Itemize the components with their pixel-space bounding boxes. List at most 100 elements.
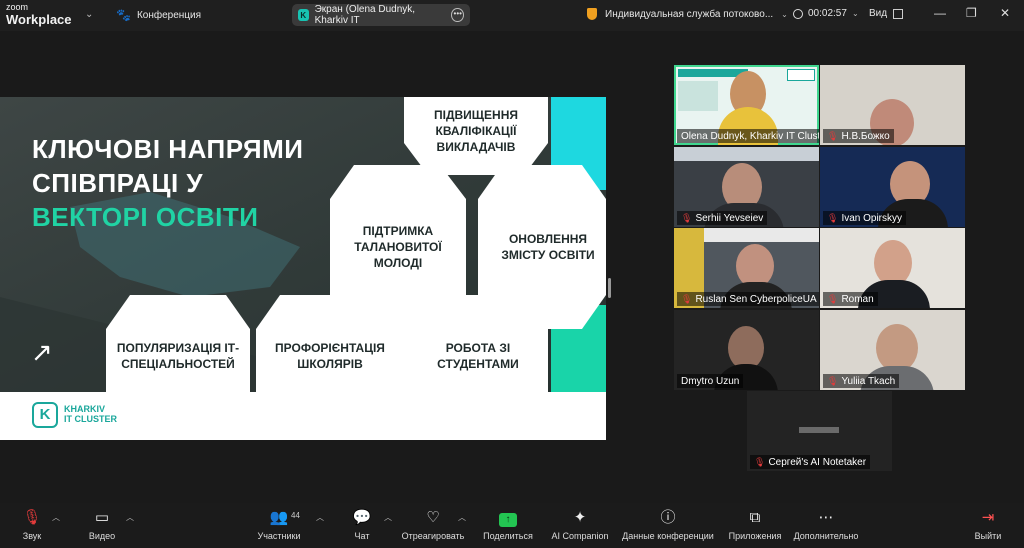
participant-name-text: Сергей's AI Notetaker	[768, 456, 867, 468]
close-icon[interactable]: ✕	[1000, 6, 1010, 20]
participant-name: Dmytro Uzun	[677, 374, 744, 388]
participants-count: 44	[291, 511, 300, 520]
minimize-icon[interactable]: —	[934, 6, 946, 20]
shared-screen[interactable]: КЛЮЧОВІ НАПРЯМИ СПІВПРАЦІ У ВЕКТОРІ ОСВІ…	[0, 97, 606, 440]
hex2-label: ПІДТРИМКА ТАЛАНОВИТОЇ МОЛОДІ	[354, 224, 442, 270]
share-icon-wrap: ↑	[472, 509, 544, 527]
screen-share-label: Экран (Olena Dudnyk, Kharkiv IT	[314, 4, 416, 26]
participant-tile[interactable]: Olena Dudnyk, Kharkiv IT Clust...	[674, 65, 819, 145]
leave-label: Выйти	[974, 531, 1002, 541]
participant-name-text: Serhii Yevseiev	[695, 212, 764, 224]
hex4-label: ПОПУЛЯРИЗАЦІЯ ІТ-СПЕЦІАЛЬНОСТЕЙ	[116, 341, 240, 371]
hex3-label: ОНОВЛЕННЯ ЗМІСТУ ОСВІТИ	[501, 232, 595, 262]
audio-options-caret[interactable]: ︿	[52, 512, 60, 523]
notetaker-placeholder	[799, 427, 839, 433]
timer-value: 00:02:57	[808, 8, 847, 19]
person-silhouette	[876, 324, 918, 372]
conference-label: Конференция	[136, 9, 202, 21]
meeting-timer[interactable]: 00:02:57 ⌄	[793, 8, 859, 19]
more-icon: ⋯	[818, 509, 834, 526]
title-bar: zoom Workplace ⌄ 🐾 Конференция K Экран (…	[0, 0, 1024, 31]
conference-button[interactable]: 🐾 Конференция	[116, 8, 201, 22]
mic-off-icon: 🎙	[681, 212, 693, 223]
chat-label: Чат	[354, 531, 370, 541]
apps-label: Приложения	[728, 531, 782, 541]
app-logo: zoom Workplace	[6, 2, 72, 27]
participant-name: 🎙 Ivan Opirskyy	[823, 211, 907, 225]
participant-name-text: Dmytro Uzun	[681, 375, 740, 387]
restore-icon[interactable]: ❐	[966, 6, 977, 20]
apps-button[interactable]: ⧉ Приложения	[719, 509, 791, 541]
view-button[interactable]: Вид	[869, 8, 904, 19]
leave-icon: ⇥	[981, 509, 995, 526]
hex5-label: ПРОФОРІЄНТАЦІЯ ШКОЛЯРІВ	[275, 341, 385, 371]
arrow-up-right-icon: ↗	[31, 337, 53, 367]
mic-off-icon: 🎙	[754, 456, 766, 467]
grid-view-icon	[893, 8, 904, 19]
participants-icon: 👥	[269, 509, 289, 526]
stream-label: Индивидуальная служба потоково...	[605, 8, 774, 20]
zoom-window: zoom Workplace ⌄ 🐾 Конференция K Экран (…	[0, 0, 1024, 548]
participant-tile[interactable]: 🎙 Ivan Opirskyy	[820, 147, 965, 227]
sparkle-icon: ✦	[573, 509, 587, 526]
participants-button[interactable]: 👥 Участники	[243, 509, 315, 541]
more-options-icon[interactable]: •••	[451, 8, 465, 22]
chevron-down-icon[interactable]: ⌄	[85, 9, 93, 20]
presenter-logo	[787, 69, 815, 81]
participant-tile[interactable]: 🎙 Сергей's AI Notetaker	[747, 391, 892, 471]
participant-tile[interactable]: 🎙 Yuliia Tkach	[820, 310, 965, 390]
participant-name-text: Ivan Opirskyy	[841, 212, 903, 224]
participant-tile[interactable]: 🎙 Serhii Yevseiev	[674, 147, 819, 227]
chat-options-caret[interactable]: ︿	[384, 512, 392, 523]
background-banner	[674, 147, 819, 161]
share-button[interactable]: ↑ Поделиться	[472, 509, 544, 541]
participant-name-text: Olena Dudnyk, Kharkiv IT Clust...	[681, 130, 819, 142]
react-options-caret[interactable]: ︿	[458, 512, 466, 523]
participant-name: 🎙 Serhii Yevseiev	[677, 211, 768, 225]
participant-name-text: Yuliia Tkach	[841, 375, 896, 387]
participant-tile[interactable]: Dmytro Uzun	[674, 310, 819, 390]
mic-off-icon: 🎙	[827, 212, 839, 223]
participant-name: Olena Dudnyk, Kharkiv IT Clust...	[677, 129, 819, 143]
video-options-caret[interactable]: ︿	[126, 512, 134, 523]
mic-off-icon: 🎙	[827, 375, 839, 386]
meeting-info-label: Данные конференции	[622, 531, 714, 541]
clock-icon	[793, 8, 803, 19]
participant-tile[interactable]: 🎙 Н.В.Божко	[820, 65, 965, 145]
ai-companion-label: AI Companion	[551, 531, 609, 541]
logo-line1: KHARKIV	[64, 404, 106, 414]
meeting-info-button[interactable]: ⓘ Данные конференции	[622, 509, 714, 541]
screen-share-indicator[interactable]: K Экран (Olena Dudnyk, Kharkiv IT •••	[292, 4, 470, 26]
split-view-handle[interactable]	[608, 278, 611, 298]
participants-options-caret[interactable]: ︿	[316, 512, 324, 523]
mic-off-icon: 🎙	[827, 293, 839, 304]
brand-line1: zoom	[6, 2, 29, 12]
participant-tile[interactable]: 🎙 Roman	[820, 228, 965, 308]
more-label: Дополнительно	[793, 531, 859, 541]
participant-name: 🎙 Roman	[823, 292, 878, 306]
presenter-card	[678, 81, 718, 111]
background-banner	[704, 228, 819, 242]
participant-name: 🎙 Сергей's AI Notetaker	[750, 455, 871, 469]
slide-title-line3: ВЕКТОРІ ОСВІТИ	[32, 202, 259, 232]
brand-line2: Workplace	[6, 12, 72, 27]
participant-name: 🎙 Yuliia Tkach	[823, 374, 900, 388]
react-label: Отреагировать	[401, 531, 465, 541]
participant-tile[interactable]: 🎙 Ruslan Sen CyberpoliceUA	[674, 228, 819, 308]
ai-companion-button[interactable]: ✦ AI Companion	[544, 509, 616, 541]
slide-footer: K KHARKIV IT CLUSTER	[0, 392, 606, 440]
apps-icon: ⧉	[749, 509, 761, 526]
share-screen-icon: ↑	[499, 513, 517, 527]
chevron-down-icon: ⌄	[781, 9, 788, 19]
more-button[interactable]: ⋯ Дополнительно	[790, 509, 862, 541]
slide-title: КЛЮЧОВІ НАПРЯМИ СПІВПРАЦІ У ВЕКТОРІ ОСВІ…	[32, 132, 303, 234]
hex1-label: ПІДВИЩЕННЯ КВАЛІФІКАЦІЇ ВИКЛАДАЧІВ	[434, 108, 518, 154]
shield-icon	[587, 8, 597, 20]
kharkiv-it-cluster-logo: K	[32, 402, 58, 428]
leave-button[interactable]: ⇥ Выйти	[952, 509, 1024, 541]
mic-off-icon: 🎙	[681, 293, 693, 304]
participant-name-text: Н.В.Божко	[841, 130, 890, 142]
audio-label: Звук	[22, 531, 42, 541]
hex6-label: РОБОТА ЗІ СТУДЕНТАМИ	[437, 341, 519, 371]
streaming-indicator[interactable]: Индивидуальная служба потоково... ⌄	[587, 8, 788, 20]
